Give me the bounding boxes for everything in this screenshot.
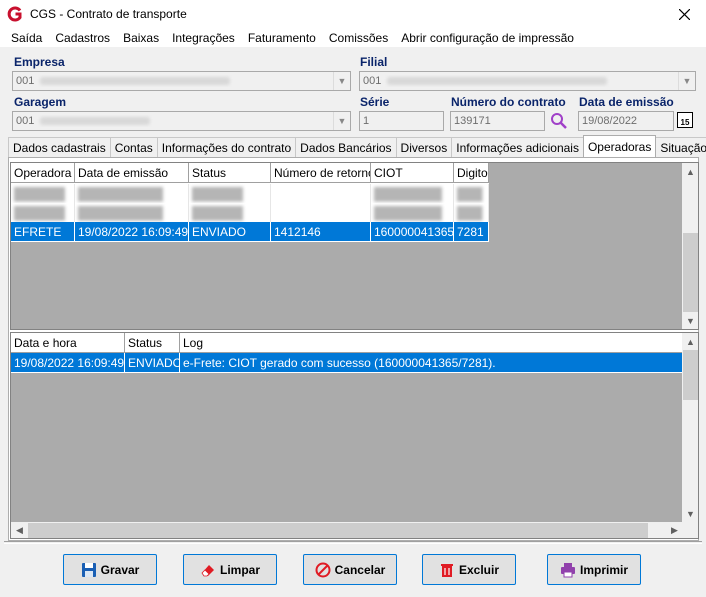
scroll-thumb[interactable] — [683, 233, 698, 312]
empresa-combo[interactable]: 001 ▼ — [12, 71, 351, 91]
chevron-right-icon[interactable]: ▶ — [666, 522, 683, 538]
filial-combo[interactable]: 001 ▼ — [359, 71, 696, 91]
imprimir-label: Imprimir — [579, 562, 628, 577]
column-header-digito[interactable]: Digito — [454, 163, 489, 183]
filial-value: 001 — [363, 75, 382, 87]
gravar-button[interactable]: Gravar — [63, 554, 157, 585]
trash-icon — [440, 563, 453, 577]
log-horizontal-scrollbar[interactable]: ◀ ▶ — [11, 522, 683, 538]
filial-label: Filial — [360, 55, 388, 69]
menu-cadastros[interactable]: Cadastros — [48, 31, 116, 45]
cell-digito: 7281 — [454, 222, 489, 241]
column-header-status[interactable]: Status — [189, 163, 271, 183]
chevron-down-icon[interactable]: ▼ — [333, 112, 350, 130]
tab-informacoes-contrato[interactable]: Informações do contrato — [156, 137, 297, 157]
chevron-down-icon[interactable]: ▼ — [333, 72, 350, 90]
divider — [4, 541, 702, 544]
contrato-input[interactable]: 139171 — [450, 111, 545, 131]
empresa-value: 001 — [16, 75, 35, 87]
chevron-left-icon[interactable]: ◀ — [11, 522, 28, 538]
title-bar: CGS - Contrato de transporte — [0, 0, 706, 28]
table-row-selected[interactable]: EFRETE 19/08/2022 16:09:49 ENVIADO 14121… — [11, 222, 489, 241]
column-header-ciot[interactable]: CIOT — [371, 163, 454, 183]
menu-baixas[interactable]: Baixas — [116, 31, 165, 45]
cell-numero-retorno: 1412146 — [271, 222, 371, 241]
close-icon — [678, 8, 690, 20]
table-row[interactable]: ██████ ██████████ ██████ ████████ ███ — [11, 184, 489, 203]
cell-ciot: 160000041365 — [371, 222, 454, 241]
empresa-label: Empresa — [14, 55, 65, 69]
tab-bar: Dados cadastrais Contas Informações do c… — [8, 135, 706, 157]
log-vertical-scrollbar[interactable]: ▲ ▼ — [682, 333, 698, 522]
search-icon[interactable] — [550, 112, 568, 130]
chevron-down-icon[interactable]: ▼ — [678, 72, 695, 90]
garagem-label: Garagem — [14, 95, 67, 109]
tab-dados-bancarios[interactable]: Dados Bancários — [295, 137, 397, 157]
tab-contas[interactable]: Contas — [109, 137, 158, 157]
scroll-thumb[interactable] — [28, 523, 648, 538]
chevron-up-icon[interactable]: ▲ — [682, 163, 698, 180]
excluir-label: Excluir — [458, 562, 500, 577]
serie-label: Série — [360, 95, 390, 109]
menu-abrir-configuracao[interactable]: Abrir configuração de impressão — [394, 31, 580, 45]
chevron-down-icon[interactable]: ▼ — [682, 505, 698, 522]
serie-input[interactable]: 1 — [359, 111, 444, 131]
column-header-data-hora[interactable]: Data e hora — [11, 333, 125, 353]
cell-status: ENVIADO — [189, 222, 271, 241]
gravar-label: Gravar — [100, 562, 140, 577]
column-header-operadora[interactable]: Operadora — [11, 163, 75, 183]
operadoras-grid-header: Operadora Data de emissão Status Número … — [11, 163, 489, 183]
column-header-status[interactable]: Status — [125, 333, 180, 353]
cancelar-button[interactable]: Cancelar — [303, 554, 397, 585]
app-logo-icon — [7, 6, 22, 22]
limpar-label: Limpar — [219, 562, 260, 577]
scroll-thumb[interactable] — [683, 350, 698, 400]
cancelar-label: Cancelar — [334, 562, 386, 577]
menu-integracoes[interactable]: Integrações — [165, 31, 241, 45]
excluir-button[interactable]: Excluir — [422, 554, 516, 585]
cancel-icon — [315, 562, 331, 577]
column-header-data-emissao[interactable]: Data de emissão — [75, 163, 189, 183]
operadoras-vertical-scrollbar[interactable]: ▲ ▼ — [682, 163, 698, 329]
column-header-numero-retorno[interactable]: Número de retorno — [271, 163, 371, 183]
operadoras-grid[interactable]: Operadora Data de emissão Status Número … — [10, 162, 699, 330]
window-title: CGS - Contrato de transporte — [30, 7, 187, 21]
printer-icon — [560, 562, 575, 577]
menu-bar: Saída Cadastros Baixas Integrações Fatur… — [0, 28, 706, 48]
tab-dados-cadastrais[interactable]: Dados cadastrais — [8, 137, 111, 157]
log-grid[interactable]: Data e hora Status Log 19/08/2022 16:09:… — [10, 332, 699, 539]
emissao-input[interactable]: 19/08/2022 — [578, 111, 674, 131]
close-window-button[interactable] — [662, 0, 706, 28]
column-header-log[interactable]: Log — [180, 333, 683, 353]
cell-log: e-Frete: CIOT gerado com sucesso (160000… — [180, 353, 683, 372]
tab-panel-operadoras: Operadora Data de emissão Status Número … — [8, 157, 699, 541]
cell-status: ENVIADO — [125, 353, 180, 372]
table-row-selected[interactable]: 19/08/2022 16:09:49 ENVIADO e-Frete: CIO… — [11, 353, 683, 372]
log-grid-header: Data e hora Status Log — [11, 333, 683, 353]
chevron-up-icon[interactable]: ▲ — [682, 333, 698, 350]
tab-operadoras[interactable]: Operadoras — [582, 135, 657, 157]
cell-operadora: EFRETE — [11, 222, 75, 241]
contrato-label: Número do contrato — [451, 95, 566, 109]
tab-informacoes-adicionais[interactable]: Informações adicionais — [451, 137, 584, 157]
scroll-corner — [683, 522, 698, 538]
cell-data-hora: 19/08/2022 16:09:49 — [11, 353, 125, 372]
tab-diversos[interactable]: Diversos — [395, 137, 453, 157]
tab-situacao[interactable]: Situação — [655, 137, 706, 157]
garagem-combo[interactable]: 001 ▼ — [12, 111, 351, 131]
menu-saida[interactable]: Saída — [0, 31, 48, 45]
eraser-icon — [201, 564, 214, 576]
imprimir-button[interactable]: Imprimir — [547, 554, 641, 585]
menu-faturamento[interactable]: Faturamento — [241, 31, 322, 45]
menu-comissoes[interactable]: Comissões — [322, 31, 394, 45]
garagem-value: 001 — [16, 115, 35, 127]
table-row[interactable]: ██████ ██████████ ██████ ████████ ███ — [11, 203, 489, 222]
calendar-icon[interactable]: 15 — [677, 112, 693, 128]
cell-data-emissao: 19/08/2022 16:09:49 — [75, 222, 189, 241]
limpar-button[interactable]: Limpar — [183, 554, 277, 585]
emissao-label: Data de emissão — [579, 95, 674, 109]
save-icon — [81, 562, 96, 577]
chevron-down-icon[interactable]: ▼ — [682, 312, 698, 329]
